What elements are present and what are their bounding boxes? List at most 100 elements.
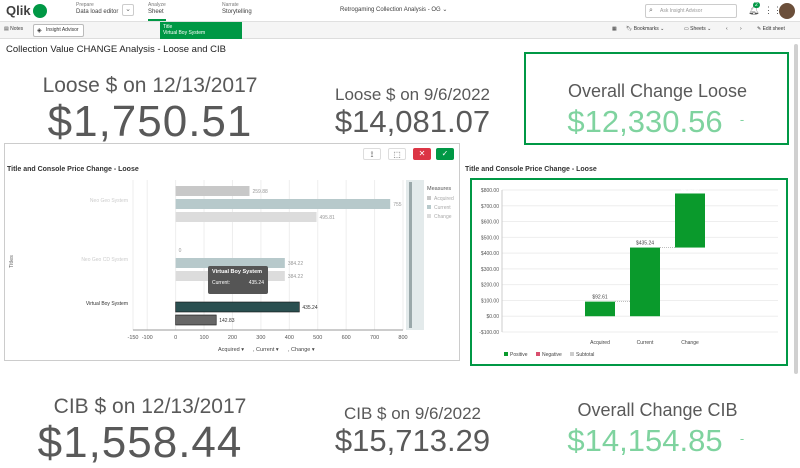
qlik-logo[interactable]: Qlik <box>6 3 47 18</box>
next-sheet-icon[interactable]: › <box>740 26 742 32</box>
selection-tool-icon[interactable]: ⬚ <box>388 148 406 160</box>
pencil-icon: ✎ <box>757 26 762 32</box>
notification-badge: 2 <box>753 2 760 8</box>
waterfall-bar-label: $92.61 <box>592 295 608 301</box>
waterfall-bar <box>630 247 660 317</box>
bar-value-label: 384.22 <box>288 274 304 280</box>
bar-current <box>175 199 391 209</box>
insight-advisor-label: Insight Advisor <box>46 27 79 33</box>
legend-label: Negative <box>542 352 562 358</box>
kpi-loose-2022-label: Loose $ on 9/6/2022 <box>334 85 491 104</box>
x-tick-label: 300 <box>256 335 265 341</box>
bookmarks-button[interactable]: 🔖︎ Bookmarks ⌄ <box>626 26 664 32</box>
lasso-icon[interactable]: ⟟ <box>363 148 381 160</box>
notes-button[interactable]: ▤ Notes <box>4 26 23 32</box>
insight-icon: ◈ <box>37 28 42 34</box>
kpi-cib-2017-label: CIB $ on 12/13/2017 <box>53 395 247 418</box>
sheets-button[interactable]: ▭ Sheets ⌄ <box>684 26 711 32</box>
x-tick-label: 500 <box>313 335 322 341</box>
kpi-loose-change-value: $12,330.56 <box>567 104 723 139</box>
kpi-loose-change-label: Overall Change Loose <box>567 81 748 101</box>
legend-swatch <box>504 352 508 356</box>
insight-search-input[interactable]: ⌕ Ask Insight Advisor <box>645 4 737 18</box>
x-tick-label: Current <box>637 340 654 346</box>
bar-value-label: 435.24 <box>302 305 318 311</box>
bar-value-label: 142.83 <box>219 318 235 324</box>
insight-advisor-button[interactable]: ◈ Insight Advisor <box>33 24 84 37</box>
x-tick-label: Acquired <box>590 340 610 346</box>
x-tick-label: 400 <box>285 335 294 341</box>
nav-narrate-sub: Storytelling <box>222 9 252 15</box>
app-title[interactable]: Retrogaming Collection Analysis - OG ⌄ <box>340 6 447 13</box>
dimension-selector: , Current ▾ <box>253 347 279 353</box>
chevron-down-icon: ⌄ <box>442 7 448 13</box>
trend-dash-icon: - <box>739 431 745 446</box>
x-tick-label: 100 <box>199 335 208 341</box>
sheet-scrollbar[interactable] <box>794 44 798 374</box>
top-navigation: Qlik Prepare Data load editor ⌄ Analyze Sh… <box>0 0 800 22</box>
x-tick-label: 0 <box>174 335 177 341</box>
cancel-selection-button[interactable]: ✕ <box>413 148 431 160</box>
avatar[interactable] <box>779 3 795 19</box>
waterfall-chart: $800.00 $700.00 $600.00 $500.00 $400.00 $300.… <box>479 186 778 358</box>
edit-sheet-button[interactable]: ✎ Edit sheet <box>757 26 785 32</box>
x-tick-label: 200 <box>228 335 237 341</box>
previous-sheet-icon[interactable]: ‹ <box>726 26 728 32</box>
x-tick-label: 600 <box>342 335 351 341</box>
confirm-selection-button[interactable]: ✓ <box>436 148 454 160</box>
y-tick-label: $700.00 <box>481 204 499 210</box>
legend-swatch <box>427 214 431 218</box>
left-chart-title: Title and Console Price Change - Loose <box>7 166 139 173</box>
legend-label: Change <box>434 214 452 220</box>
tooltip-value: 435.24 <box>248 280 264 286</box>
y-tick-label: $200.00 <box>481 283 499 289</box>
search-placeholder: Ask Insight Advisor <box>660 8 703 14</box>
prepare-dropdown-button[interactable]: ⌄ <box>122 4 134 16</box>
sheet-title: Collection Value CHANGE Analysis - Loose… <box>6 44 227 55</box>
nav-analyze[interactable]: Analyze Sheet <box>148 2 166 21</box>
waterfall-bar-label: $435.24 <box>636 241 654 247</box>
app-title-text: Retrogaming Collection Analysis - OG <box>340 7 441 13</box>
bar-value-label: 0 <box>179 248 182 254</box>
dimension-selector: , Change ▾ <box>288 347 315 353</box>
bar-value-label: 495.81 <box>320 215 336 221</box>
tooltip-title: Virtual Boy System <box>212 269 263 275</box>
dimension-selector: Acquired ▾ <box>218 347 244 353</box>
chart-tooltip: Virtual Boy System Current: 435.24 <box>208 266 268 294</box>
waterfall-chart-panel[interactable]: $800.00 $700.00 $600.00 $500.00 $400.00 $300.… <box>470 178 788 366</box>
kpi-cib-change-label: Overall Change CIB <box>577 400 738 420</box>
check-icon: ✓ <box>441 149 449 158</box>
sheets-label: Sheets <box>690 26 706 32</box>
selection-tab-title[interactable]: Title Virtual Boy System <box>160 22 242 39</box>
nav-prepare-sub: Data load editor <box>76 9 119 15</box>
grid-view-icon[interactable]: ▦ <box>612 26 617 32</box>
bar-change <box>175 212 317 222</box>
x-tick-label: Change <box>681 340 699 346</box>
nav-narrate[interactable]: Narrate Storytelling <box>222 2 252 16</box>
x-tick-label: -100 <box>142 335 153 341</box>
kpi-loose-2017-label: Loose $ on 12/13/2017 <box>42 74 258 97</box>
notes-icon: ▤ <box>4 26 9 32</box>
horizontal-bar-chart-panel[interactable]: ⟟ ⬚ ✕ ✓ Title and Console Price Change -… <box>4 143 460 361</box>
kpi-cib-2022-label: CIB $ on 9/6/2022 <box>343 404 482 423</box>
category-label: Neo Geo CD System <box>81 257 128 263</box>
x-tick-label: 800 <box>398 335 407 341</box>
bar-change <box>175 314 217 326</box>
y-tick-label: -$100.00 <box>479 330 499 336</box>
nav-analyze-label: Analyze <box>148 2 166 8</box>
sheets-icon: ▭ <box>684 26 689 32</box>
bookmark-icon: 🔖︎ <box>626 26 633 32</box>
nav-prepare[interactable]: Prepare Data load editor <box>76 2 118 16</box>
minichart-scrollbar <box>406 180 424 330</box>
close-icon: ✕ <box>418 149 426 158</box>
search-icon: ⌕ <box>649 7 653 14</box>
right-chart-title: Title and Console Price Change - Loose <box>465 166 597 173</box>
legend-label: Subtotal <box>576 352 594 358</box>
logo-mark <box>32 3 47 18</box>
category-label: Virtual Boy System <box>86 301 128 307</box>
notes-label: Notes <box>10 26 24 32</box>
bar-value-label: 755 <box>393 202 402 208</box>
logo-text: Qlik <box>6 3 31 18</box>
bar-current <box>175 301 300 313</box>
y-tick-label: $0.00 <box>486 314 499 320</box>
